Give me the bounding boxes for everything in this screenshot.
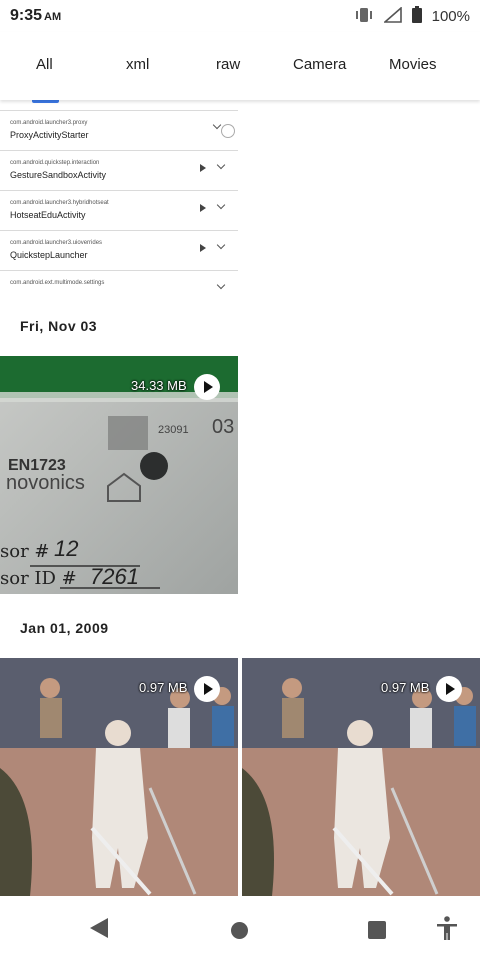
file-size-label: 0.97 MB [381, 680, 430, 695]
list-item: com.android.launcher3.uioverrides Quicks… [0, 231, 238, 271]
tab-xml[interactable]: xml [126, 56, 149, 73]
chevron-down-icon [212, 120, 222, 130]
tab-camera[interactable]: Camera [293, 56, 346, 73]
battery-percent: 100% [431, 8, 470, 25]
file-size-label: 34.33 MB [131, 378, 187, 393]
status-icons: 100% [354, 5, 470, 27]
media-grid: com.android.launcher3.proxy ProxyActivit… [0, 100, 480, 896]
play-icon[interactable] [194, 374, 220, 400]
sensor-number-label: sor # [0, 541, 50, 562]
play-icon [200, 244, 206, 252]
tab-movies[interactable]: Movies [389, 56, 437, 73]
highlight-bar [32, 100, 59, 103]
battery-icon [411, 6, 422, 27]
list-item: com.android.quickstep.interaction Gestur… [0, 151, 238, 191]
radio-icon [221, 124, 235, 138]
filter-tabs: All xml raw Camera Movies [0, 32, 480, 100]
file-size-label: 0.97 MB [139, 680, 188, 695]
chevron-down-icon [216, 200, 226, 210]
sensor-id: 7261 [90, 564, 139, 589]
section-date: Jan 01, 2009 [20, 620, 109, 636]
play-icon [200, 164, 206, 172]
chevron-down-icon [216, 160, 226, 170]
vibrate-icon [354, 7, 374, 27]
recents-icon[interactable] [368, 921, 386, 939]
label-number: 03 [212, 416, 235, 438]
play-icon [200, 204, 206, 212]
tab-all[interactable]: All [36, 56, 53, 73]
list-item: com.android.launcher3.proxy ProxyActivit… [0, 111, 238, 151]
list-item: com.android.launcher3.hybridhotseat Hots… [0, 191, 238, 231]
section-date: Fri, Nov 03 [20, 318, 98, 334]
play-icon[interactable] [194, 676, 220, 702]
chevron-down-icon [216, 280, 226, 290]
video-thumbnail[interactable]: EN1723 novonics 23091 03 sor # 12 sor ID… [0, 356, 238, 594]
brand-text: novonics [6, 472, 85, 494]
navigation-bar [0, 896, 480, 960]
play-icon[interactable] [436, 676, 462, 702]
list-item: com.android.ext.multimode.settings [0, 271, 238, 292]
code-text: 23091 [158, 424, 189, 436]
clock: 9:35 AM [10, 7, 62, 24]
sensor-number: 12 [54, 536, 79, 561]
chevron-down-icon [216, 240, 226, 250]
status-bar: 9:35 AM 100% [0, 0, 480, 32]
video-thumbnail[interactable]: 0.97 MB [0, 658, 238, 896]
tab-raw[interactable]: raw [216, 56, 240, 73]
signal-icon [382, 5, 402, 27]
home-icon[interactable] [231, 922, 248, 939]
accessibility-icon[interactable] [436, 916, 458, 942]
screenshot-thumbnail[interactable]: com.android.launcher3.proxy ProxyActivit… [0, 100, 238, 292]
video-thumbnail[interactable]: 0.97 MB [242, 658, 480, 896]
sensor-id-label: sor ID # [0, 568, 77, 589]
back-icon[interactable] [90, 918, 108, 938]
